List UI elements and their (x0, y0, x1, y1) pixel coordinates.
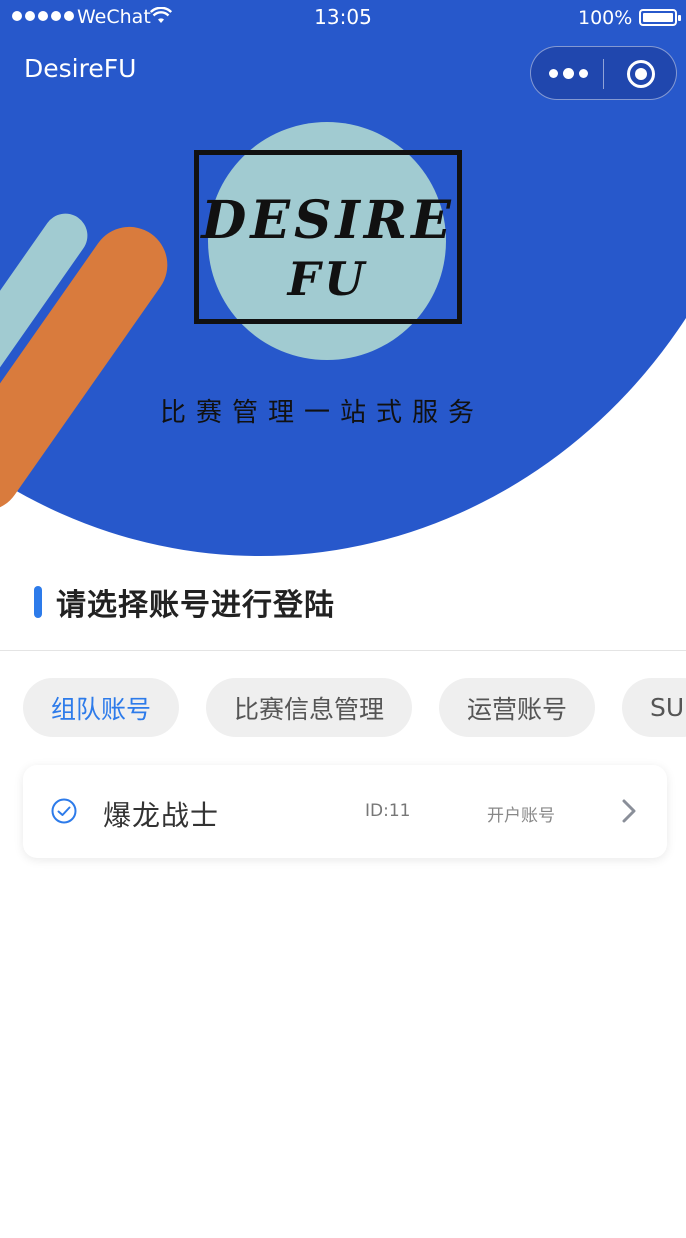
divider (0, 650, 686, 651)
tab-su[interactable]: SU (622, 678, 686, 737)
status-bar: WeChat 13:05 100% (0, 0, 686, 36)
miniprogram-capsule (530, 46, 677, 100)
battery-percent: 100% (578, 7, 633, 29)
account-id: ID:11 (365, 801, 411, 821)
capsule-divider (603, 59, 604, 89)
account-card[interactable]: 爆龙战士 ID:11 开户账号 (23, 765, 667, 858)
check-circle-icon (51, 798, 77, 824)
account-name: 爆龙战士 (103, 799, 220, 832)
tab-operations-account[interactable]: 运营账号 (439, 678, 596, 737)
hero-tagline: 比赛管理一站式服务 (159, 398, 484, 428)
logo-text-fu: FU (287, 252, 369, 306)
battery-icon (639, 9, 681, 26)
tab-match-info-management[interactable]: 比赛信息管理 (206, 678, 413, 737)
app-title: DesireFU (24, 54, 137, 83)
section-heading: 请选择账号进行登陆 (34, 582, 335, 623)
section-accent-bar (34, 586, 42, 618)
chevron-right-icon[interactable] (621, 798, 637, 824)
section-title: 请选择账号进行登陆 (56, 588, 335, 623)
logo-text-desire: DESIRE (201, 190, 455, 251)
tab-team-account[interactable]: 组队账号 (23, 678, 180, 737)
account-type: 开户账号 (487, 806, 555, 826)
account-type-tabs: 组队账号 比赛信息管理 运营账号 SU (23, 678, 686, 737)
more-menu-icon[interactable] (549, 61, 589, 85)
close-miniprogram-icon[interactable] (627, 60, 655, 88)
